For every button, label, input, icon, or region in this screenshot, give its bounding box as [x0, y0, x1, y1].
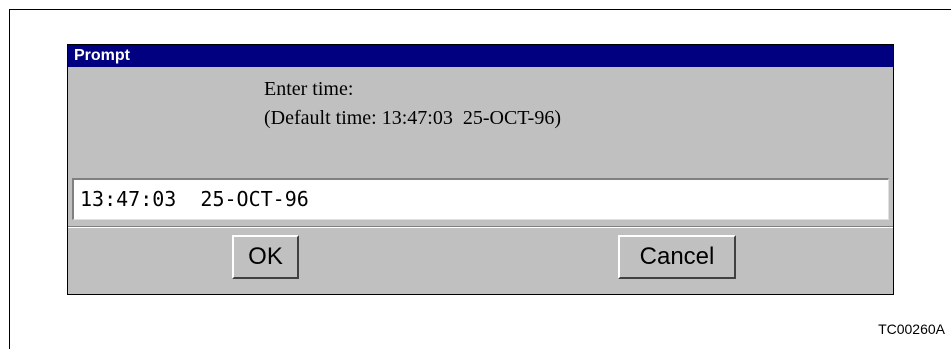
prompt-message-line2: (Default time: 13:47:03 25-OCT-96) [264, 107, 561, 129]
dialog-title-bar: Prompt [68, 45, 893, 67]
dialog-title: Prompt [74, 47, 130, 64]
cancel-button[interactable]: Cancel [618, 235, 736, 279]
prompt-message: Enter time: (Default time: 13:47:03 25-O… [264, 75, 561, 133]
prompt-message-line1: Enter time: [264, 78, 354, 100]
prompt-dialog: Prompt Enter time: (Default time: 13:47:… [67, 44, 894, 295]
button-separator [68, 226, 893, 228]
figure-id-label: TC00260A [878, 321, 945, 337]
ok-button[interactable]: OK [232, 235, 299, 279]
time-input[interactable]: 13:47:03 25-OCT-96 [72, 178, 889, 220]
